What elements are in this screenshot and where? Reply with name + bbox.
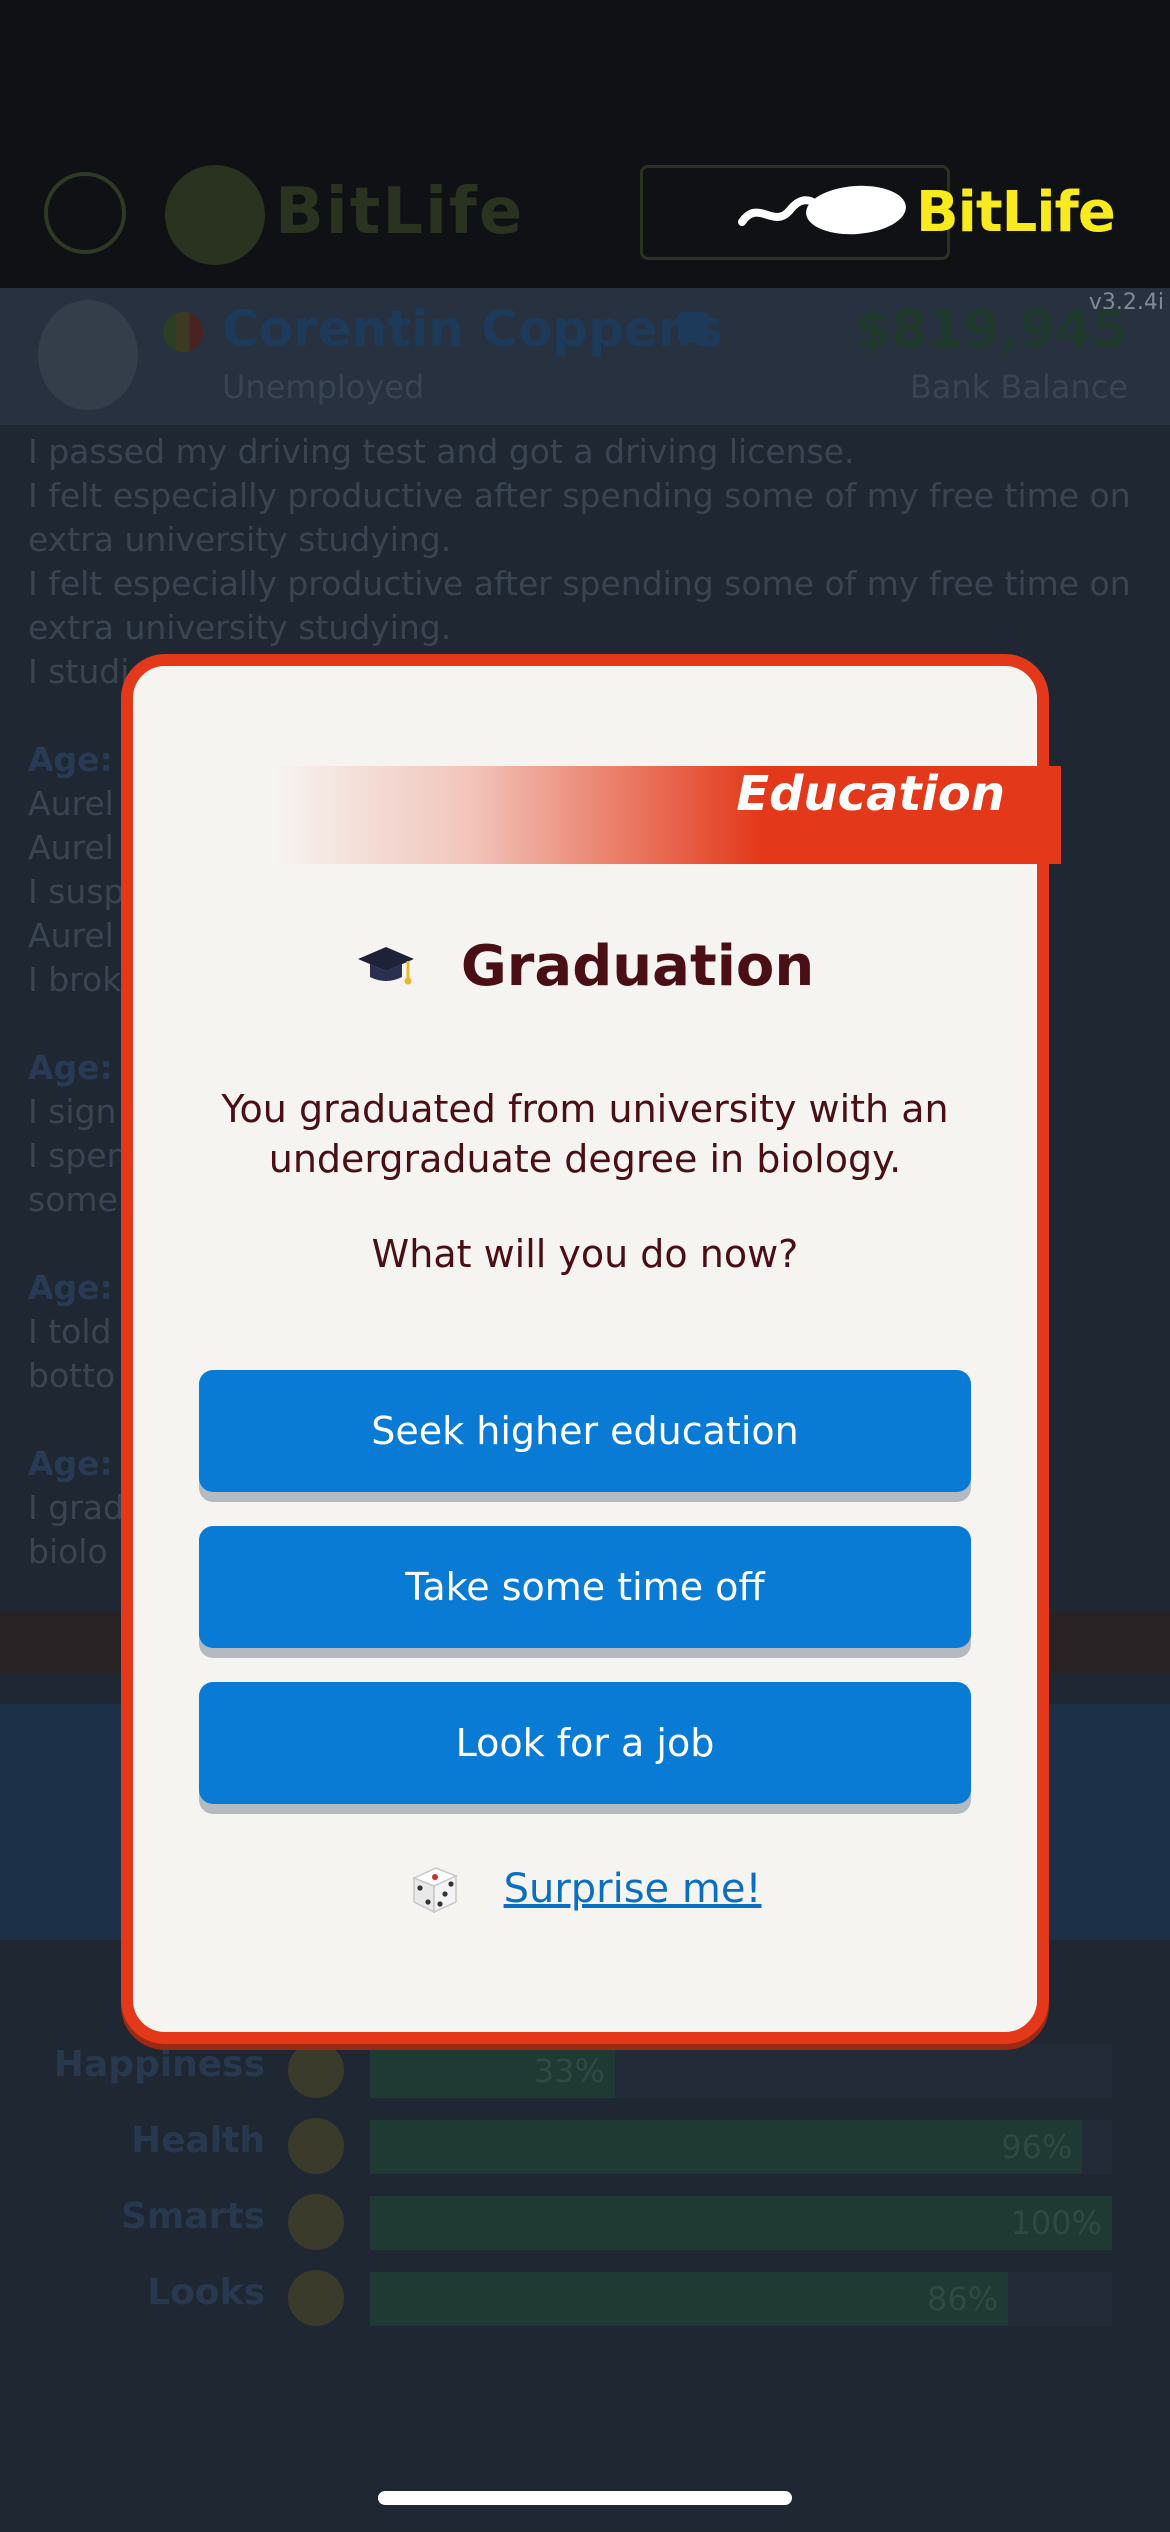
background-brand-text: BitLife [275, 175, 525, 249]
modal-title: Graduation [460, 934, 815, 999]
background-logo-icon [165, 165, 265, 265]
seek-higher-education-button[interactable]: Seek higher education [199, 1370, 971, 1492]
brand-logo: BitLife [738, 178, 1116, 248]
category-label: Education [736, 766, 1005, 822]
surprise-me-link[interactable]: Surprise me! [504, 1866, 762, 1912]
category-ribbon: Education [271, 766, 1061, 864]
modal-description: You graduated from university with an un… [221, 1087, 949, 1181]
brand-title: BitLife [916, 180, 1116, 245]
look-for-job-button[interactable]: Look for a job [199, 1682, 971, 1804]
graduation-cap-icon [356, 945, 416, 989]
top-bar: BitLife BitLife [0, 0, 1170, 288]
take-time-off-button[interactable]: Take some time off [199, 1526, 971, 1648]
dice-icon[interactable] [408, 1862, 462, 1916]
event-modal: Education Graduation You graduated from … [121, 654, 1061, 2044]
title-row: Graduation [133, 934, 1037, 1004]
menu-button[interactable] [44, 172, 126, 254]
surprise-row: Surprise me! [133, 1862, 1037, 1928]
modal-question: What will you do now? [371, 1232, 799, 1276]
